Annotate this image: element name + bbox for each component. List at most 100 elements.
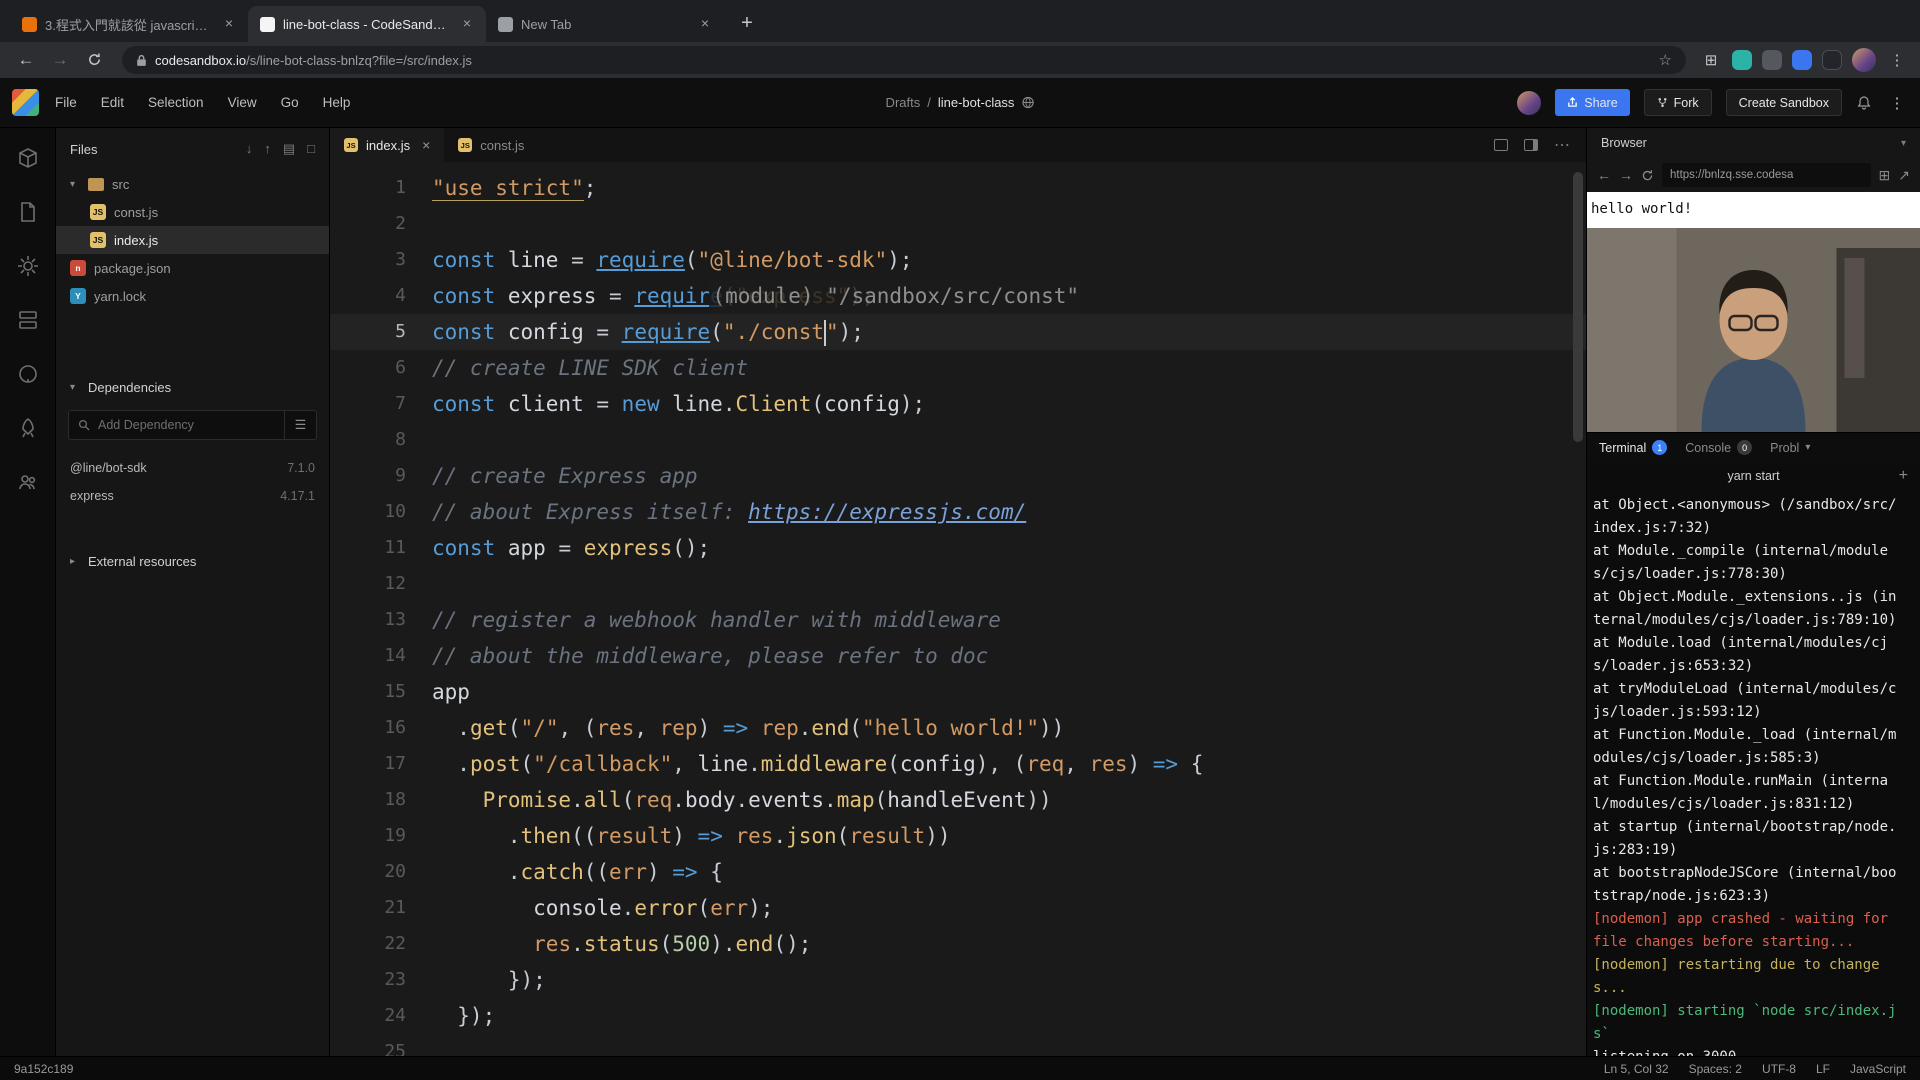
extension-icon-3[interactable] [1792, 50, 1812, 70]
menu-go[interactable]: Go [281, 95, 299, 110]
settings-gear-icon[interactable] [16, 254, 40, 278]
secure-lock-icon [137, 54, 146, 66]
external-resources-header[interactable]: ▸ External resources [56, 540, 329, 582]
browser-profile-avatar[interactable] [1852, 48, 1876, 72]
server-icon[interactable] [16, 308, 40, 332]
preview-settings-icon[interactable]: ⊞ [1879, 167, 1891, 184]
file-row-yarn.lock[interactable]: Yyarn.lock [56, 282, 329, 310]
github-icon[interactable] [16, 362, 40, 386]
download-files-icon[interactable]: ↓ [246, 141, 253, 157]
browser-tab-strip: 3.程式入門就該從 javascript 起 × line-bot-class - … [0, 0, 1920, 42]
preview-refresh-icon[interactable] [1641, 167, 1654, 183]
upload-files-icon[interactable]: ↑ [264, 141, 271, 157]
line-number: 14 [384, 645, 406, 666]
add-terminal-icon[interactable]: + [1899, 467, 1908, 485]
new-file-icon[interactable]: □ [307, 141, 315, 157]
chevron-down-icon: ▾ [1805, 442, 1811, 453]
terminal-output[interactable]: at Object.<anonymous> (/sandbox/src/inde… [1587, 490, 1920, 1056]
deploy-rocket-icon[interactable] [16, 416, 40, 440]
status-item[interactable]: JavaScript [1850, 1062, 1906, 1076]
live-users-icon[interactable] [16, 470, 40, 494]
dependencies-section-header[interactable]: ▾ Dependencies [56, 366, 329, 408]
file-row-index.js[interactable]: JS index.js [56, 226, 329, 254]
editor-scrollbar[interactable] [1573, 172, 1583, 442]
bookmark-star-icon[interactable]: ☆ [1659, 51, 1672, 69]
codesandbox-logo[interactable] [12, 89, 39, 116]
breadcrumb-drafts[interactable]: Drafts [886, 95, 921, 110]
tab-close-icon[interactable]: × [696, 15, 714, 33]
notifications-bell-icon[interactable] [1856, 95, 1872, 111]
preview-forward-icon[interactable]: → [1619, 167, 1633, 183]
tab-favicon-icon [22, 16, 37, 32]
menu-help[interactable]: Help [323, 95, 351, 110]
editor-tab-const.js[interactable]: JS const.js [444, 128, 538, 162]
panel-chevron-icon[interactable]: ▾ [1901, 138, 1906, 149]
extensions-puzzle-icon[interactable]: ⊞ [1700, 51, 1722, 69]
new-tab-button[interactable]: + [732, 9, 762, 39]
terminal-tab-probl[interactable]: Probl ▾ [1770, 441, 1815, 455]
extension-icon-2[interactable] [1762, 50, 1782, 70]
open-new-window-icon[interactable]: ↗ [1898, 167, 1910, 184]
fork-button[interactable]: Fork [1643, 89, 1712, 116]
browser-tab[interactable]: 3.程式入門就該從 javascript 起 × [10, 6, 248, 42]
code-line: 4const express = require("express");(mod… [330, 278, 1586, 314]
dependency-row[interactable]: express 4.17.1 [56, 482, 329, 510]
tab-favicon-icon [498, 16, 513, 32]
header-more-icon[interactable]: ⋮ [1886, 94, 1908, 112]
tab-close-icon[interactable]: × [422, 137, 430, 153]
address-bar[interactable]: codesandbox.io/s/line-bot-class-bnlzq?fi… [122, 46, 1686, 74]
browser-menu-icon[interactable]: ⋮ [1886, 51, 1908, 69]
reload-button[interactable] [80, 46, 108, 74]
terminal-tab-label: Probl [1770, 440, 1800, 455]
create-sandbox-button[interactable]: Create Sandbox [1725, 89, 1842, 116]
dependency-filter-button[interactable]: ☰ [285, 410, 317, 440]
tab-close-icon[interactable]: × [220, 15, 238, 33]
user-avatar[interactable] [1517, 90, 1542, 115]
terminal-tab-terminal[interactable]: Terminal 1 [1599, 440, 1668, 455]
status-item[interactable]: UTF-8 [1762, 1062, 1796, 1076]
menu-view[interactable]: View [228, 95, 257, 110]
extension-icon-4[interactable] [1822, 50, 1842, 70]
status-item[interactable]: Spaces: 2 [1689, 1062, 1742, 1076]
editor-more-icon[interactable]: ⋯ [1554, 135, 1570, 155]
split-view-icon[interactable] [1494, 139, 1508, 151]
share-button[interactable]: Share [1555, 89, 1630, 116]
line-content [406, 1034, 432, 1056]
preview-layout-icon[interactable] [1524, 139, 1538, 151]
extension-icon-1[interactable] [1732, 50, 1752, 70]
code-content[interactable]: 1 "use strict"; 2 3 const line = require("@l… [330, 162, 1586, 1056]
preview-url-field[interactable]: https://bnlzq.sse.codesa [1662, 163, 1871, 187]
back-button[interactable]: ← [12, 46, 40, 74]
line-content: const config = require("./const"); [432, 320, 864, 346]
file-row-const.js[interactable]: JS const.js [56, 198, 329, 226]
terminal-tab-label: Console [1685, 440, 1732, 455]
breadcrumb-sandbox-name[interactable]: line-bot-class [938, 95, 1015, 110]
file-row-src[interactable]: ▾ src [56, 170, 329, 198]
files-section-header[interactable]: Files ↓ ↑ ▤ □ [56, 128, 329, 170]
line-content [406, 566, 432, 602]
line-content: }); [432, 1004, 496, 1028]
preview-viewport[interactable]: hello world! [1587, 192, 1920, 432]
dependency-row[interactable]: @line/bot-sdk 7.1.0 [56, 454, 329, 482]
file-explorer-icon[interactable] [16, 200, 40, 224]
status-item[interactable]: LF [1816, 1062, 1830, 1076]
add-dependency-input[interactable]: Add Dependency [68, 410, 285, 440]
terminal-line: at Module.load (internal/modules/cjs/loa… [1593, 635, 1889, 674]
forward-button[interactable]: → [46, 46, 74, 74]
editor-tab-index.js[interactable]: JS index.js × [330, 128, 445, 162]
project-box-icon[interactable] [16, 146, 40, 170]
menu-edit[interactable]: Edit [101, 95, 124, 110]
preview-back-icon[interactable]: ← [1597, 167, 1611, 183]
line-number: 12 [384, 573, 406, 594]
code-line: 8 [330, 422, 1586, 458]
file-row-package.json[interactable]: n package.json [56, 254, 329, 282]
breadcrumb[interactable]: Drafts / line-bot-class [886, 95, 1035, 110]
browser-tab[interactable]: line-bot-class - CodeSandbox × [248, 6, 486, 42]
browser-tab[interactable]: New Tab × [486, 6, 724, 42]
new-directory-icon[interactable]: ▤ [283, 141, 295, 157]
tab-close-icon[interactable]: × [458, 15, 476, 33]
terminal-tab-console[interactable]: Console 0 [1685, 440, 1753, 455]
menu-selection[interactable]: Selection [148, 95, 204, 110]
status-item[interactable]: Ln 5, Col 32 [1604, 1062, 1669, 1076]
menu-file[interactable]: File [55, 95, 77, 110]
